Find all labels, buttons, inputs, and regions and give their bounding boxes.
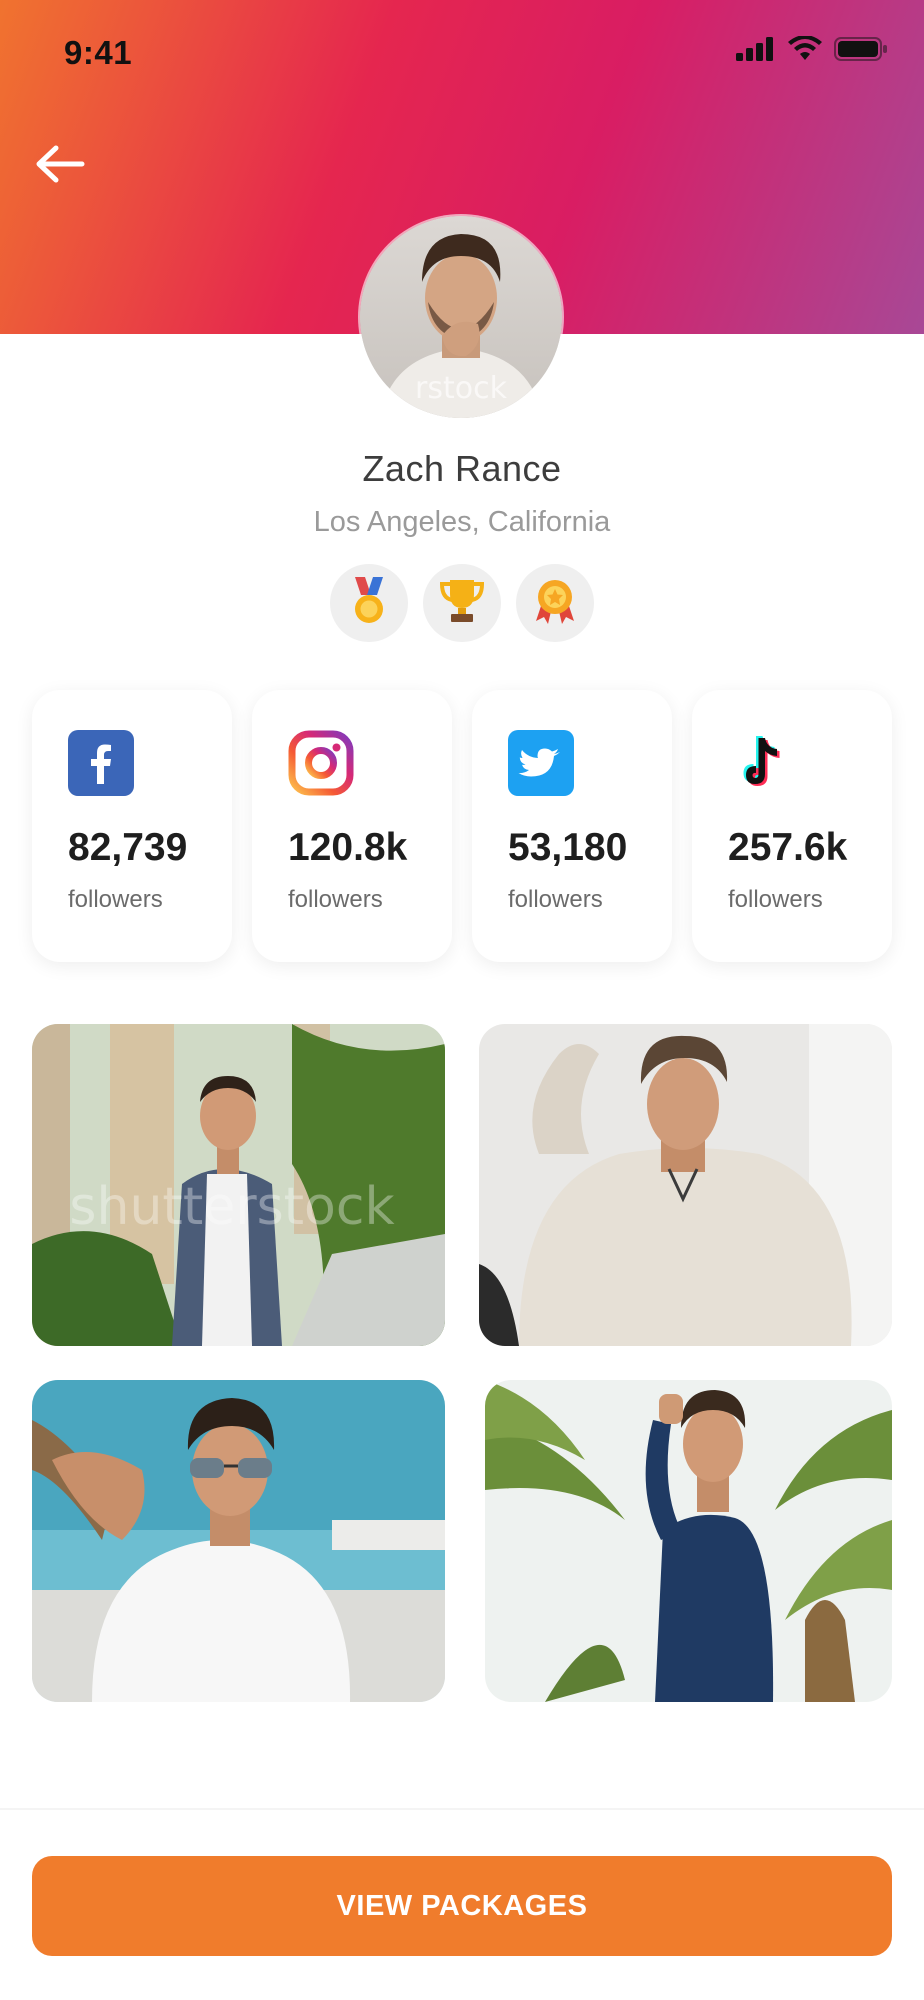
tiktok-icon bbox=[728, 730, 794, 796]
twitter-followers-label: followers bbox=[508, 886, 603, 913]
award-ribbon-icon bbox=[532, 577, 578, 630]
facebook-icon bbox=[68, 730, 134, 796]
badge-medal[interactable] bbox=[330, 564, 408, 642]
achievement-badges bbox=[330, 564, 594, 642]
gallery-photo-4[interactable] bbox=[485, 1380, 892, 1702]
svg-text:rstock: rstock bbox=[415, 371, 508, 406]
gallery-photo-3[interactable] bbox=[32, 1380, 445, 1702]
bottom-divider bbox=[0, 1808, 924, 1810]
status-icons bbox=[736, 35, 888, 67]
profile-location: Los Angeles, California bbox=[313, 506, 611, 538]
social-card-facebook[interactable]: 82,739 followers bbox=[32, 690, 232, 962]
photo-gallery: shutterstock bbox=[32, 1024, 892, 1708]
social-card-twitter[interactable]: 53,180 followers bbox=[472, 690, 672, 962]
signal-icon bbox=[736, 37, 776, 66]
social-card-instagram[interactable]: 120.8k followers bbox=[252, 690, 452, 962]
badge-award[interactable] bbox=[516, 564, 594, 642]
badge-trophy[interactable] bbox=[423, 564, 501, 642]
instagram-followers-count: 120.8k bbox=[288, 826, 408, 869]
status-bar: 9:41 bbox=[0, 0, 924, 110]
back-arrow-icon bbox=[34, 144, 86, 189]
trophy-icon bbox=[439, 578, 485, 629]
profile-name: Zach Rance bbox=[362, 448, 562, 489]
gallery-photo-1[interactable]: shutterstock bbox=[32, 1024, 445, 1346]
facebook-followers-count: 82,739 bbox=[68, 826, 188, 869]
wifi-icon bbox=[788, 35, 822, 67]
svg-text:shutterstock: shutterstock bbox=[69, 1177, 394, 1237]
instagram-icon bbox=[288, 730, 354, 796]
tiktok-followers-label: followers bbox=[728, 886, 823, 913]
back-button[interactable] bbox=[24, 130, 96, 202]
view-packages-button[interactable]: VIEW PACKAGES bbox=[32, 1856, 892, 1956]
profile-screen: 9:41 rstock Zach Rance Los Angeles, Cali… bbox=[0, 0, 924, 2000]
twitter-followers-count: 53,180 bbox=[508, 826, 628, 869]
status-time: 9:41 bbox=[64, 34, 133, 71]
social-stats: 82,739 followers 120.8k followers 53,180… bbox=[32, 690, 892, 962]
avatar: rstock bbox=[360, 216, 562, 418]
twitter-icon bbox=[508, 730, 574, 796]
facebook-followers-label: followers bbox=[68, 886, 163, 913]
instagram-followers-label: followers bbox=[288, 886, 383, 913]
social-card-tiktok[interactable]: 257.6k followers bbox=[692, 690, 892, 962]
gallery-photo-2[interactable] bbox=[479, 1024, 892, 1346]
battery-icon bbox=[834, 36, 888, 67]
medal-icon bbox=[349, 576, 389, 630]
tiktok-followers-count: 257.6k bbox=[728, 826, 848, 869]
